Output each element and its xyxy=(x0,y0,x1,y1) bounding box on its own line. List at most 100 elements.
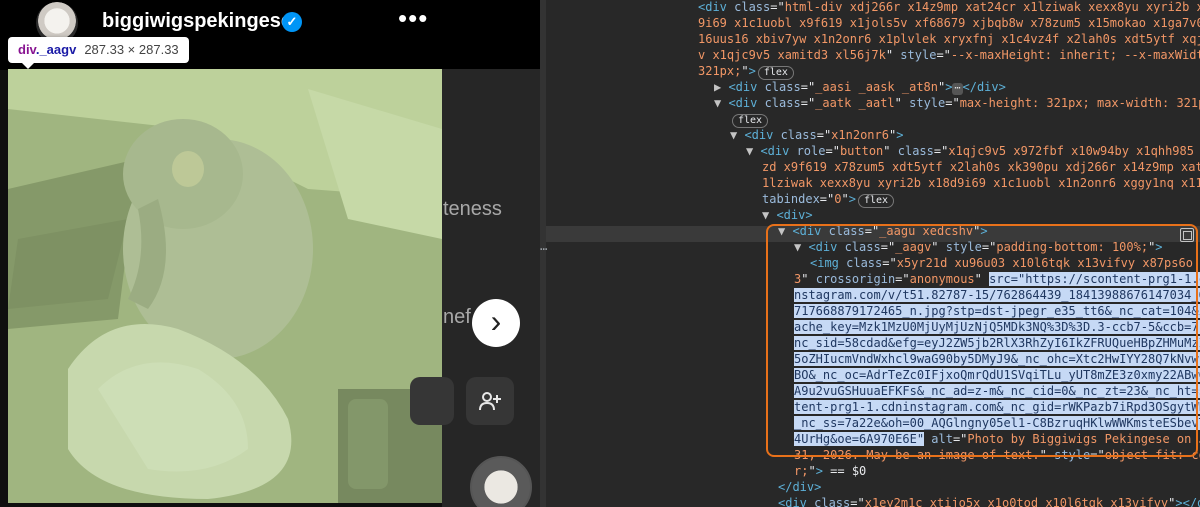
dom-token-val: r; xyxy=(794,464,809,478)
copy-icon[interactable] xyxy=(1180,228,1194,242)
expand-triangle-icon[interactable]: ▼ xyxy=(730,128,744,142)
tooltip-tag: div xyxy=(18,42,36,57)
dom-token-attr: style xyxy=(901,96,946,110)
dom-tree-line[interactable]: ▼ <div class="_aatk _aatl" style="max-he… xyxy=(714,95,1200,111)
expand-triangle-icon[interactable]: ▼ xyxy=(746,144,760,158)
dom-token-val: html-div xdj266r x14z9mp xat24cr x1lziwa… xyxy=(784,0,1200,14)
dom-token-tag: <div xyxy=(698,0,727,14)
dom-token-attr: class xyxy=(726,0,771,14)
flex-badge[interactable]: flex xyxy=(757,66,794,80)
dom-token-tag: </div> xyxy=(962,80,1006,94)
dom-token-val: 1lziwak xexx8yu xyri2b x18d9i69 x1c1uobl… xyxy=(762,176,1200,190)
dom-tree-line[interactable]: zd x9f619 x78zum5 xdt5ytf x2lah0s xk390p… xyxy=(762,159,1200,175)
dom-token-val: --x-maxHeight: inherit; --x-maxWidth: xyxy=(950,48,1200,62)
flex-badge[interactable]: flex xyxy=(857,194,895,208)
dom-tree-line[interactable]: flex xyxy=(730,111,769,128)
dom-tree-line[interactable]: 1lziwak xexx8yu xyri2b x18d9i69 x1c1uobl… xyxy=(762,175,1200,191)
dom-token-txt: $0 xyxy=(851,464,867,478)
dom-token-attr: style xyxy=(893,48,937,62)
post-side-panel xyxy=(442,69,540,507)
tooltip-dimensions: 287.33 × 287.33 xyxy=(84,42,179,57)
dom-token-tag: > xyxy=(748,64,756,78)
dom-token-tag: > xyxy=(848,192,856,206)
dom-token-attr: class xyxy=(757,96,801,110)
dom-token-txt: =" xyxy=(936,48,951,62)
dom-token-txt: == xyxy=(822,464,852,478)
side-caption-fragment-2: nef xyxy=(443,306,471,328)
tooltip-class: ._aagv xyxy=(35,42,77,57)
profile-username[interactable]: biggiwigspekingese xyxy=(102,10,292,33)
dom-tree-line[interactable]: <div class="x1ey2m1c xtijo5x x1o0tod x10… xyxy=(778,495,1200,507)
dom-tree-line[interactable]: v x1qjc9v5 xamitd3 xl56j7k" style="--x-m… xyxy=(698,47,1200,63)
dom-tree-line[interactable]: <div class="html-div xdj266r x14z9mp xat… xyxy=(698,0,1200,15)
dom-token-val: v x1qjc9v5 xamitd3 xl56j7k xyxy=(698,48,886,62)
dom-tree-line[interactable]: 16uus16 xbiv7yw x1n2onr6 x1plvlek xryxfn… xyxy=(698,31,1200,47)
dom-token-txt: =" xyxy=(800,80,816,94)
dom-token-txt: " xyxy=(885,48,894,62)
dom-token-txt: =" xyxy=(816,128,832,142)
dom-token-val: x1ey2m1c xtijo5x x1o0tod x10l6tqk x13vif… xyxy=(864,496,1169,507)
highlight-annotation-box xyxy=(766,224,1198,457)
flex-badge[interactable]: flex xyxy=(732,114,769,128)
dom-token-val: max-height: 321px; max-width: 321px; xyxy=(959,96,1200,110)
side-action-button[interactable] xyxy=(410,377,454,425)
dom-token-txt: =" xyxy=(933,144,949,158)
dom-token-tag: ></div> xyxy=(1175,496,1200,507)
dom-tree-line[interactable]: ▶ <div class="_aasi _aask _at8n"> ⋯ </div> xyxy=(714,79,1006,95)
dom-token-val: button xyxy=(839,144,884,158)
add-person-button[interactable] xyxy=(466,377,514,425)
expand-triangle-icon[interactable]: ▼ xyxy=(714,96,728,110)
dom-tree-line[interactable]: 9i69 x1c1uobl x9f619 x1jols5v xf68679 xj… xyxy=(698,15,1200,31)
dom-token-val: 16uus16 xbiv7yw x1n2onr6 x1plvlek xryxfn… xyxy=(698,32,1200,46)
next-slide-button[interactable]: › xyxy=(472,299,520,347)
more-options-icon[interactable]: ••• xyxy=(398,5,428,31)
post-photo[interactable] xyxy=(8,69,442,503)
dom-token-tag: > xyxy=(815,464,823,478)
dom-tree-line[interactable]: ▼ <div> xyxy=(762,207,813,223)
dom-token-tag: <div xyxy=(760,144,790,158)
chevron-right-icon: › xyxy=(490,303,502,339)
dom-token-attr: tabindex xyxy=(762,192,820,206)
dom-token-txt: =" xyxy=(770,0,785,14)
dom-token-tag: > xyxy=(896,128,904,142)
dom-token-tag: </div> xyxy=(778,480,822,494)
dom-tree-line[interactable]: ▼ <div role="button" class="x1qjc9v5 x97… xyxy=(746,143,1200,159)
collapse-triangle-icon[interactable]: ▶ xyxy=(714,80,728,94)
add-person-icon xyxy=(479,392,501,411)
dom-tree-line[interactable]: ▼ <div class="x1n2onr6"> xyxy=(730,127,903,143)
collapsed-ellipsis-icon[interactable]: ⋯ xyxy=(952,83,963,95)
inspector-highlight-overlay xyxy=(8,69,442,503)
dom-token-txt: =" xyxy=(850,496,865,507)
dom-token-txt: =" xyxy=(825,144,840,158)
dom-token-val: 9i69 x1c1uobl x9f619 x1jols5v xf68679 xj… xyxy=(698,16,1200,30)
dom-token-attr: role xyxy=(789,144,826,158)
dom-tree-line[interactable]: r;"> == $0 xyxy=(794,463,866,479)
dom-token-txt: " xyxy=(883,144,891,158)
dom-token-txt: =" xyxy=(800,96,816,110)
dom-token-txt: " xyxy=(741,64,749,78)
dom-token-tag: <div xyxy=(778,496,807,507)
dom-tree-line[interactable]: tabindex="0"> flex xyxy=(762,191,895,208)
dom-token-tag: > xyxy=(945,80,953,94)
dom-tree-line[interactable]: 321px;"> flex xyxy=(698,63,794,80)
dom-token-txt: " xyxy=(894,96,902,110)
dom-token-tag: <div xyxy=(744,128,774,142)
side-caption-fragment: teness xyxy=(443,198,502,220)
dom-token-val: zd x9f619 x78zum5 xdt5ytf x2lah0s xk390p… xyxy=(762,160,1200,174)
dom-token-txt: " xyxy=(841,192,849,206)
dom-token-val: _aatk _aatl xyxy=(815,96,895,110)
verified-badge-icon: ✓ xyxy=(282,12,302,32)
dom-token-tag: <div xyxy=(728,96,758,110)
expand-triangle-icon[interactable]: ▼ xyxy=(762,208,776,222)
inspector-tooltip: div._aagv 287.33 × 287.33 xyxy=(8,37,189,69)
dom-token-attr: class xyxy=(890,144,934,158)
gutter-ellipsis-icon[interactable]: ⋯ xyxy=(540,242,547,256)
dom-token-attr: class xyxy=(757,80,801,94)
dom-token-txt: =" xyxy=(945,96,960,110)
dom-token-tag: <div> xyxy=(776,208,813,222)
dom-token-attr: class xyxy=(773,128,817,142)
dom-token-attr: class xyxy=(806,496,851,507)
dom-tree-line[interactable]: </div> xyxy=(778,479,821,495)
dom-token-txt: =" xyxy=(819,192,835,206)
dom-token-val: _aasi _aask _at8n xyxy=(815,80,938,94)
